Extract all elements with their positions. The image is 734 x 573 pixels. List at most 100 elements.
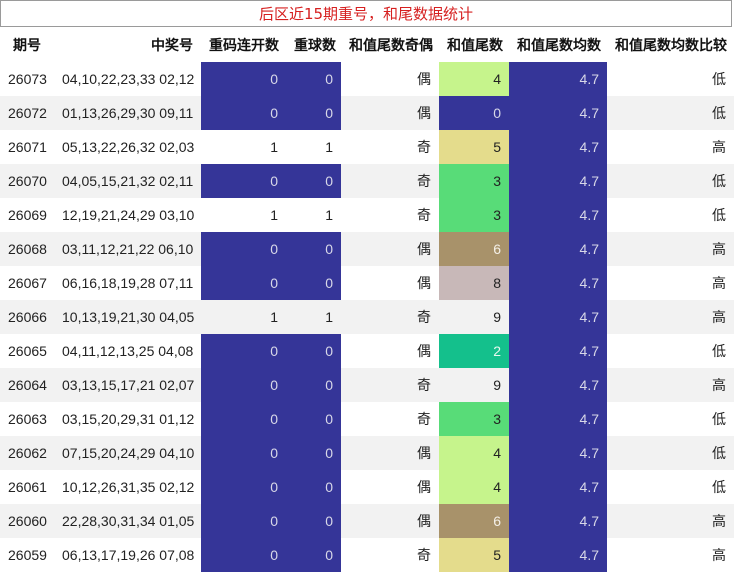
table-title: 后区近15期重号，和尾数据统计 xyxy=(0,0,732,27)
table-row: 26070 04,05,15,21,32 02,11 0 0 奇 3 4.7 低 xyxy=(0,164,734,198)
cell-repeat-balls: 0 xyxy=(286,436,341,470)
cell-sum-tail: 4 xyxy=(439,62,509,96)
cell-tail-mean: 4.7 xyxy=(509,266,607,300)
table-row: 26066 10,13,19,21,30 04,05 1 1 奇 9 4.7 高 xyxy=(0,300,734,334)
table-row: 26073 04,10,22,23,33 02,12 0 0 偶 4 4.7 低 xyxy=(0,62,734,96)
cell-mean-compare: 低 xyxy=(712,480,726,496)
cell-period: 26061 xyxy=(8,479,47,495)
cell-tail-mean: 4.7 xyxy=(509,402,607,436)
cell-winning-numbers: 10,13,19,21,30 04,05 xyxy=(54,300,201,334)
cell-winning-numbers: 10,12,26,31,35 02,12 xyxy=(62,479,195,495)
cell-tail-parity: 奇 xyxy=(417,140,431,156)
cell-repeat-balls: 1 xyxy=(325,207,333,223)
cell-repeat-count: 0 xyxy=(201,368,286,402)
cell-tail-parity: 偶 xyxy=(417,344,431,360)
cell-sum-tail: 0 xyxy=(439,96,509,130)
cell-winning-numbers: 03,15,20,29,31 01,12 xyxy=(62,411,195,427)
header-tail-parity: 和值尾数奇偶 xyxy=(349,38,433,54)
cell-mean-compare: 低 xyxy=(607,96,734,130)
cell-tail-mean: 4.7 xyxy=(509,130,607,164)
cell-repeat-balls: 0 xyxy=(286,266,341,300)
cell-tail-parity: 偶 xyxy=(417,276,431,292)
cell-winning-numbers: 06,16,18,19,28 07,11 xyxy=(62,275,194,291)
cell-sum-tail: 9 xyxy=(439,368,509,402)
cell-period: 26067 xyxy=(8,275,47,291)
table-row: 26064 03,13,15,17,21 02,07 0 0 奇 9 4.7 高 xyxy=(0,368,734,402)
cell-winning-numbers: 03,13,15,17,21 02,07 xyxy=(54,368,201,402)
cell-winning-numbers: 04,11,12,13,25 04,08 xyxy=(62,343,194,359)
table-row: 26068 03,11,12,21,22 06,10 0 0 偶 6 4.7 高 xyxy=(0,232,734,266)
cell-tail-parity: 奇 xyxy=(417,208,431,224)
cell-mean-compare: 高 xyxy=(712,276,726,292)
header-winning-numbers: 中奖号 xyxy=(151,38,193,54)
cell-winning-numbers: 04,05,15,21,32 02,11 xyxy=(54,164,201,198)
cell-repeat-count: 0 xyxy=(201,62,286,96)
table-row: 26072 01,13,26,29,30 09,11 0 0 偶 0 4.7 低 xyxy=(0,96,734,130)
stats-table: 期号 中奖号 重码连开数 重球数 和值尾数奇偶 和值尾数 和值尾数均数 和值尾数… xyxy=(0,28,734,572)
cell-period: 26073 xyxy=(8,71,47,87)
table-row: 26060 22,28,30,31,34 01,05 0 0 偶 6 4.7 高 xyxy=(0,504,734,538)
cell-repeat-count: 0 xyxy=(201,334,286,368)
cell-mean-compare: 高 xyxy=(607,300,734,334)
cell-period: 26070 xyxy=(0,164,54,198)
cell-period: 26066 xyxy=(0,300,54,334)
cell-repeat-balls: 0 xyxy=(286,538,341,572)
cell-period: 26065 xyxy=(8,343,47,359)
cell-period: 26072 xyxy=(0,96,54,130)
cell-period: 26069 xyxy=(8,207,47,223)
cell-tail-mean: 4.7 xyxy=(509,436,607,470)
cell-repeat-balls: 0 xyxy=(286,504,341,538)
cell-sum-tail: 4 xyxy=(439,470,509,504)
table-body: 26073 04,10,22,23,33 02,12 0 0 偶 4 4.7 低 26072 01… xyxy=(0,62,734,572)
cell-repeat-count: 0 xyxy=(201,402,286,436)
cell-sum-tail: 6 xyxy=(439,504,509,538)
cell-winning-numbers: 01,13,26,29,30 09,11 xyxy=(54,96,201,130)
table-row: 26067 06,16,18,19,28 07,11 0 0 偶 8 4.7 高 xyxy=(0,266,734,300)
cell-repeat-count: 1 xyxy=(270,139,278,155)
cell-tail-mean: 4.7 xyxy=(509,96,607,130)
header-tail-mean: 和值尾数均数 xyxy=(517,38,601,54)
cell-tail-mean: 4.7 xyxy=(509,300,607,334)
cell-mean-compare: 低 xyxy=(712,208,726,224)
cell-tail-parity: 偶 xyxy=(341,436,439,470)
cell-tail-mean: 4.7 xyxy=(509,164,607,198)
cell-repeat-count: 0 xyxy=(201,164,286,198)
cell-tail-mean: 4.7 xyxy=(509,538,607,572)
cell-repeat-balls: 0 xyxy=(286,232,341,266)
cell-repeat-balls: 0 xyxy=(286,164,341,198)
cell-repeat-count: 0 xyxy=(201,266,286,300)
cell-tail-parity: 偶 xyxy=(341,96,439,130)
cell-sum-tail: 3 xyxy=(439,402,509,436)
cell-sum-tail: 8 xyxy=(439,266,509,300)
table-row: 26059 06,13,17,19,26 07,08 0 0 奇 5 4.7 高 xyxy=(0,538,734,572)
cell-repeat-count: 1 xyxy=(201,300,286,334)
cell-mean-compare: 低 xyxy=(607,436,734,470)
cell-period: 26064 xyxy=(0,368,54,402)
cell-sum-tail: 3 xyxy=(439,198,509,232)
cell-repeat-count: 0 xyxy=(201,538,286,572)
cell-tail-parity: 奇 xyxy=(417,548,431,564)
header-repeat-count: 重码连开数 xyxy=(209,38,279,54)
cell-period: 26068 xyxy=(0,232,54,266)
cell-repeat-balls: 0 xyxy=(286,96,341,130)
cell-tail-mean: 4.7 xyxy=(509,232,607,266)
cell-repeat-count: 1 xyxy=(270,207,278,223)
cell-period: 26059 xyxy=(8,547,47,563)
header-sum-tail: 和值尾数 xyxy=(447,38,503,54)
cell-tail-parity: 奇 xyxy=(341,300,439,334)
cell-winning-numbers: 12,19,21,24,29 03,10 xyxy=(62,207,195,223)
cell-winning-numbers: 22,28,30,31,34 01,05 xyxy=(54,504,201,538)
table-row: 26069 12,19,21,24,29 03,10 1 1 奇 3 4.7 低 xyxy=(0,198,734,232)
cell-repeat-balls: 1 xyxy=(286,300,341,334)
cell-repeat-balls: 0 xyxy=(286,368,341,402)
cell-mean-compare: 高 xyxy=(607,368,734,402)
cell-mean-compare: 高 xyxy=(712,548,726,564)
cell-mean-compare: 高 xyxy=(607,504,734,538)
cell-sum-tail: 9 xyxy=(439,300,509,334)
cell-tail-parity: 奇 xyxy=(417,412,431,428)
cell-tail-mean: 4.7 xyxy=(509,368,607,402)
cell-repeat-balls: 0 xyxy=(286,470,341,504)
cell-period: 26071 xyxy=(8,139,47,155)
cell-repeat-balls: 0 xyxy=(286,402,341,436)
cell-period: 26063 xyxy=(8,411,47,427)
